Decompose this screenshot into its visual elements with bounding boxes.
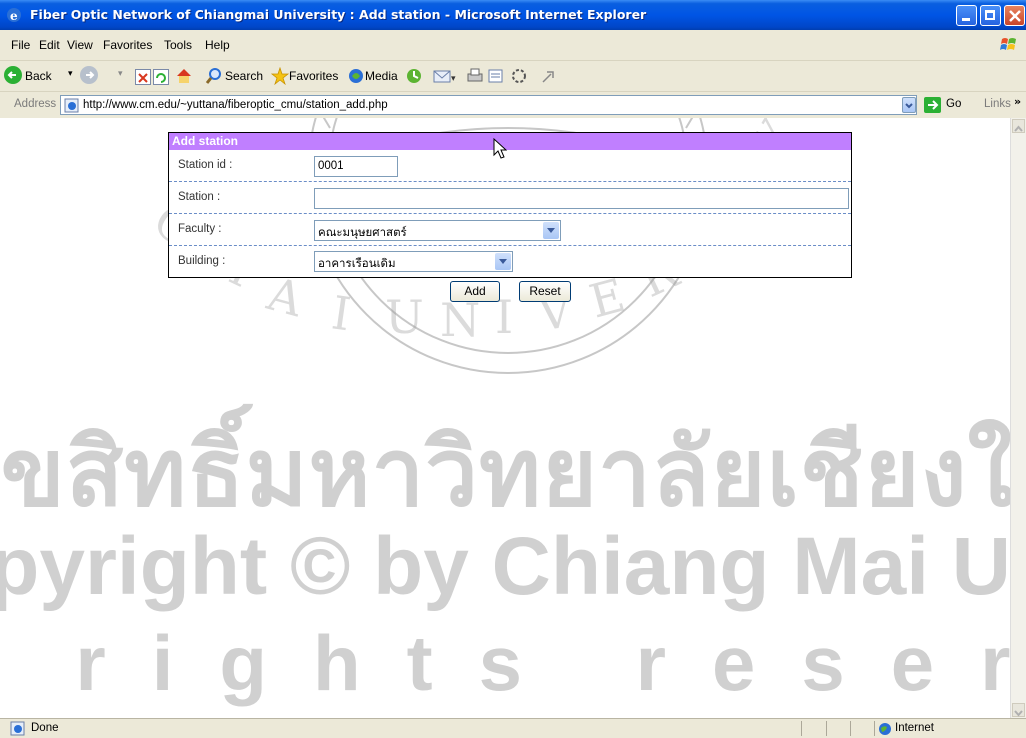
- menu-favorites[interactable]: Favorites: [103, 38, 152, 52]
- back-arrow-icon[interactable]: [4, 66, 22, 84]
- search-button[interactable]: Search: [225, 69, 263, 83]
- links-button[interactable]: Links: [984, 98, 1011, 110]
- add-station-form: Add station Station id : 0001 Station : …: [168, 132, 852, 278]
- faculty-select[interactable]: คณะมนุษยศาสตร์: [314, 220, 561, 241]
- page-content: G M A I U N I V E R S I T Y ลิขสิทธิ์มหา…: [0, 118, 1010, 718]
- faculty-row: Faculty : คณะมนุษยศาสตร์: [169, 214, 851, 246]
- chevron-down-icon[interactable]: [543, 222, 559, 239]
- windows-logo-icon: [998, 34, 1020, 56]
- watermark-rights-text: All rights reserved: [0, 619, 1010, 707]
- maximize-button[interactable]: [980, 5, 1001, 26]
- add-button[interactable]: Add: [450, 281, 500, 302]
- address-bar: Address http://www.cm.edu/~yuttana/fiber…: [0, 92, 1026, 119]
- toolbar: Back ▾ ▾ Search Favorites Media ▾: [0, 61, 1026, 92]
- menu-edit[interactable]: Edit: [39, 38, 60, 52]
- close-icon: [1009, 10, 1021, 22]
- station-input[interactable]: [314, 188, 849, 209]
- search-icon[interactable]: [205, 67, 223, 89]
- svg-text:I: I: [328, 285, 354, 341]
- mail-icon[interactable]: ▾: [433, 67, 457, 89]
- address-field[interactable]: http://www.cm.edu/~yuttana/fiberoptic_cm…: [60, 95, 917, 115]
- mouse-cursor-icon: [493, 138, 507, 159]
- refresh-icon[interactable]: [153, 69, 169, 85]
- station-id-label: Station id :: [178, 159, 233, 171]
- window-title: Fiber Optic Network of Chiangmai Univers…: [30, 7, 647, 22]
- chevron-down-icon: [905, 103, 913, 109]
- links-chevron-icon[interactable]: »: [1014, 95, 1021, 108]
- go-arrow-icon[interactable]: [924, 97, 941, 113]
- menu-tools[interactable]: Tools: [164, 38, 192, 52]
- status-text: Done: [31, 722, 59, 734]
- menu-bar: File Edit View Favorites Tools Help: [0, 30, 1026, 61]
- station-id-row: Station id : 0001: [169, 150, 851, 182]
- watermark-copyright-text: Copyright © by Chiang Mai University: [0, 521, 1010, 612]
- building-label: Building :: [178, 255, 226, 267]
- station-row: Station :: [169, 182, 851, 214]
- messenger-icon[interactable]: [510, 67, 528, 89]
- address-dropdown-button[interactable]: [902, 97, 916, 113]
- home-icon[interactable]: [175, 67, 193, 84]
- forward-arrow-icon[interactable]: [80, 66, 98, 84]
- station-label: Station :: [178, 191, 221, 203]
- media-button[interactable]: Media: [365, 69, 398, 83]
- address-url: http://www.cm.edu/~yuttana/fiberoptic_cm…: [83, 99, 388, 111]
- back-dropdown-icon[interactable]: ▾: [68, 68, 73, 79]
- research-icon[interactable]: [541, 69, 555, 88]
- title-bar[interactable]: e Fiber Optic Network of Chiangmai Unive…: [0, 0, 1026, 30]
- svg-text:▾: ▾: [451, 74, 456, 84]
- menu-view[interactable]: View: [67, 38, 93, 52]
- reset-button[interactable]: Reset: [519, 281, 571, 302]
- security-zone: Internet: [895, 722, 934, 734]
- form-title: Add station: [172, 134, 238, 148]
- internet-globe-icon: [879, 723, 891, 735]
- building-select[interactable]: อาคารเรือนเดิม: [314, 251, 513, 272]
- scroll-down-button[interactable]: [1012, 703, 1025, 717]
- faculty-selected-value: คณะมนุษยศาสตร์: [318, 227, 407, 239]
- svg-text:U: U: [385, 290, 424, 344]
- menu-help[interactable]: Help: [205, 38, 230, 52]
- stop-icon[interactable]: [135, 69, 151, 85]
- chevron-down-icon[interactable]: [495, 253, 511, 270]
- media-icon[interactable]: [347, 67, 365, 89]
- form-header: Add station: [169, 133, 851, 150]
- page-icon: [64, 98, 79, 113]
- favorites-button[interactable]: Favorites: [289, 69, 338, 83]
- internet-explorer-icon: e: [7, 8, 21, 23]
- forward-dropdown-icon[interactable]: ▾: [118, 68, 123, 79]
- svg-text:e: e: [10, 9, 18, 23]
- status-divider: [874, 721, 875, 736]
- status-divider: [801, 721, 802, 736]
- page-done-icon: [10, 721, 25, 736]
- address-label: Address: [14, 98, 57, 110]
- status-divider: [850, 721, 851, 736]
- building-row: Building : อาคารเรือนเดิม: [169, 246, 851, 277]
- minimize-button[interactable]: [956, 5, 977, 26]
- back-button[interactable]: Back: [25, 69, 52, 83]
- station-id-input[interactable]: 0001: [314, 156, 398, 177]
- history-icon[interactable]: [405, 67, 423, 89]
- status-divider: [826, 721, 827, 736]
- print-icon[interactable]: [466, 67, 484, 89]
- menu-file[interactable]: File: [11, 38, 30, 52]
- favorites-star-icon[interactable]: [270, 66, 290, 89]
- go-button[interactable]: Go: [946, 98, 961, 110]
- close-button[interactable]: [1004, 5, 1025, 26]
- faculty-label: Faculty :: [178, 223, 222, 235]
- status-bar: Done Internet: [0, 718, 1026, 738]
- scroll-up-button[interactable]: [1012, 119, 1025, 133]
- vertical-scrollbar[interactable]: [1010, 118, 1026, 718]
- edit-icon[interactable]: [487, 67, 505, 89]
- building-selected-value: อาคารเรือนเดิม: [318, 258, 396, 270]
